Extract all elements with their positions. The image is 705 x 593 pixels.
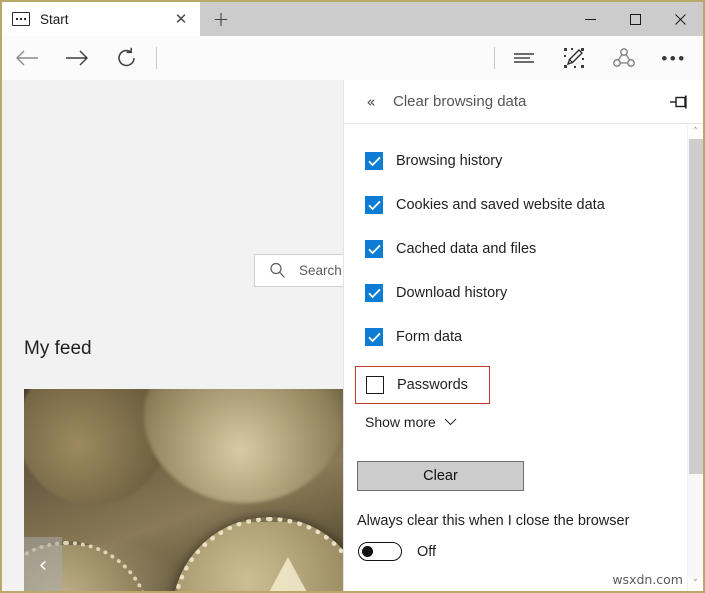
checkbox-label: Cookies and saved website data xyxy=(396,197,605,213)
checkbox-row-passwords[interactable]: Passwords xyxy=(355,366,490,404)
show-more-label: Show more xyxy=(365,414,436,430)
checkbox-checked-icon[interactable] xyxy=(365,240,383,258)
show-more-button[interactable]: Show more xyxy=(365,414,703,430)
tab-strip: Start ✕ + xyxy=(2,2,703,36)
forward-icon[interactable] xyxy=(52,36,102,80)
panel-scrollbar[interactable]: ˄ ˅ xyxy=(687,125,703,591)
scroll-up-icon[interactable]: ˄ xyxy=(688,125,703,139)
more-options-label: ••• xyxy=(661,50,686,67)
ethereum-glyph-upper xyxy=(260,557,316,591)
hub-icon[interactable] xyxy=(499,36,549,80)
pin-icon[interactable] xyxy=(665,88,693,116)
clear-browsing-data-panel: « Clear browsing data Browsing history xyxy=(343,80,703,591)
always-clear-toggle[interactable] xyxy=(358,542,402,561)
feed-card[interactable]: ethe ‹ People... xyxy=(24,389,354,591)
checkbox-checked-icon[interactable] xyxy=(365,328,383,346)
checkbox-label: Cached data and files xyxy=(396,241,536,257)
toggle-state-label: Off xyxy=(417,544,436,560)
new-tab-button[interactable]: + xyxy=(200,2,242,36)
more-options-button[interactable]: ••• xyxy=(649,36,699,80)
maximize-button[interactable] xyxy=(613,2,658,36)
browser-window: Start ✕ + xyxy=(0,0,705,593)
scrollbar-track[interactable] xyxy=(688,139,703,577)
start-page-icon xyxy=(12,12,30,26)
watermark: wsxdn.com xyxy=(612,572,683,587)
always-clear-toggle-row: Off xyxy=(358,542,703,561)
close-icon[interactable]: ✕ xyxy=(170,8,192,30)
panel-header: « Clear browsing data xyxy=(344,80,703,124)
carousel-prev-button[interactable]: ‹ xyxy=(24,537,62,591)
make-a-web-note-icon[interactable] xyxy=(549,36,599,80)
checkbox-label: Passwords xyxy=(397,377,468,393)
feed-heading: My feed xyxy=(24,338,92,360)
checkbox-checked-icon[interactable] xyxy=(365,152,383,170)
share-icon[interactable] xyxy=(599,36,649,80)
refresh-icon[interactable] xyxy=(102,36,152,80)
panel-title: Clear browsing data xyxy=(393,93,665,110)
browser-toolbar: ••• xyxy=(2,36,703,80)
checkbox-row-download-history[interactable]: Download history xyxy=(356,278,703,308)
scroll-down-icon[interactable]: ˅ xyxy=(688,577,703,591)
chevron-down-icon xyxy=(444,418,457,426)
minimize-button[interactable] xyxy=(568,2,613,36)
close-button[interactable] xyxy=(658,2,703,36)
always-clear-label: Always clear this when I close the brows… xyxy=(357,513,703,529)
browser-tab-start[interactable]: Start ✕ xyxy=(2,2,200,36)
checkbox-checked-icon[interactable] xyxy=(365,284,383,302)
back-chevron-icon[interactable]: « xyxy=(358,87,384,117)
panel-body: Browsing history Cookies and saved websi… xyxy=(344,124,703,591)
toggle-knob xyxy=(362,546,373,557)
checkbox-label: Browsing history xyxy=(396,153,502,169)
checkbox-row-form-data[interactable]: Form data xyxy=(356,322,703,352)
toolbar-divider-right xyxy=(494,47,495,69)
search-icon xyxy=(269,262,286,279)
toolbar-right-group: ••• xyxy=(490,36,699,80)
checkbox-label: Form data xyxy=(396,329,462,345)
toolbar-divider xyxy=(156,47,157,69)
window-controls xyxy=(568,2,703,36)
checkbox-row-browsing-history[interactable]: Browsing history xyxy=(356,146,703,176)
coin-blur-top-right xyxy=(144,389,344,503)
tab-title: Start xyxy=(40,12,170,27)
checkbox-row-cookies[interactable]: Cookies and saved website data xyxy=(356,190,703,220)
checkbox-label: Download history xyxy=(396,285,507,301)
scrollbar-thumb[interactable] xyxy=(689,139,703,474)
back-icon[interactable] xyxy=(2,36,52,80)
checkbox-checked-icon[interactable] xyxy=(365,196,383,214)
clear-button[interactable]: Clear xyxy=(357,461,524,491)
checkbox-unchecked-icon[interactable] xyxy=(366,376,384,394)
checkbox-row-cached-data[interactable]: Cached data and files xyxy=(356,234,703,264)
